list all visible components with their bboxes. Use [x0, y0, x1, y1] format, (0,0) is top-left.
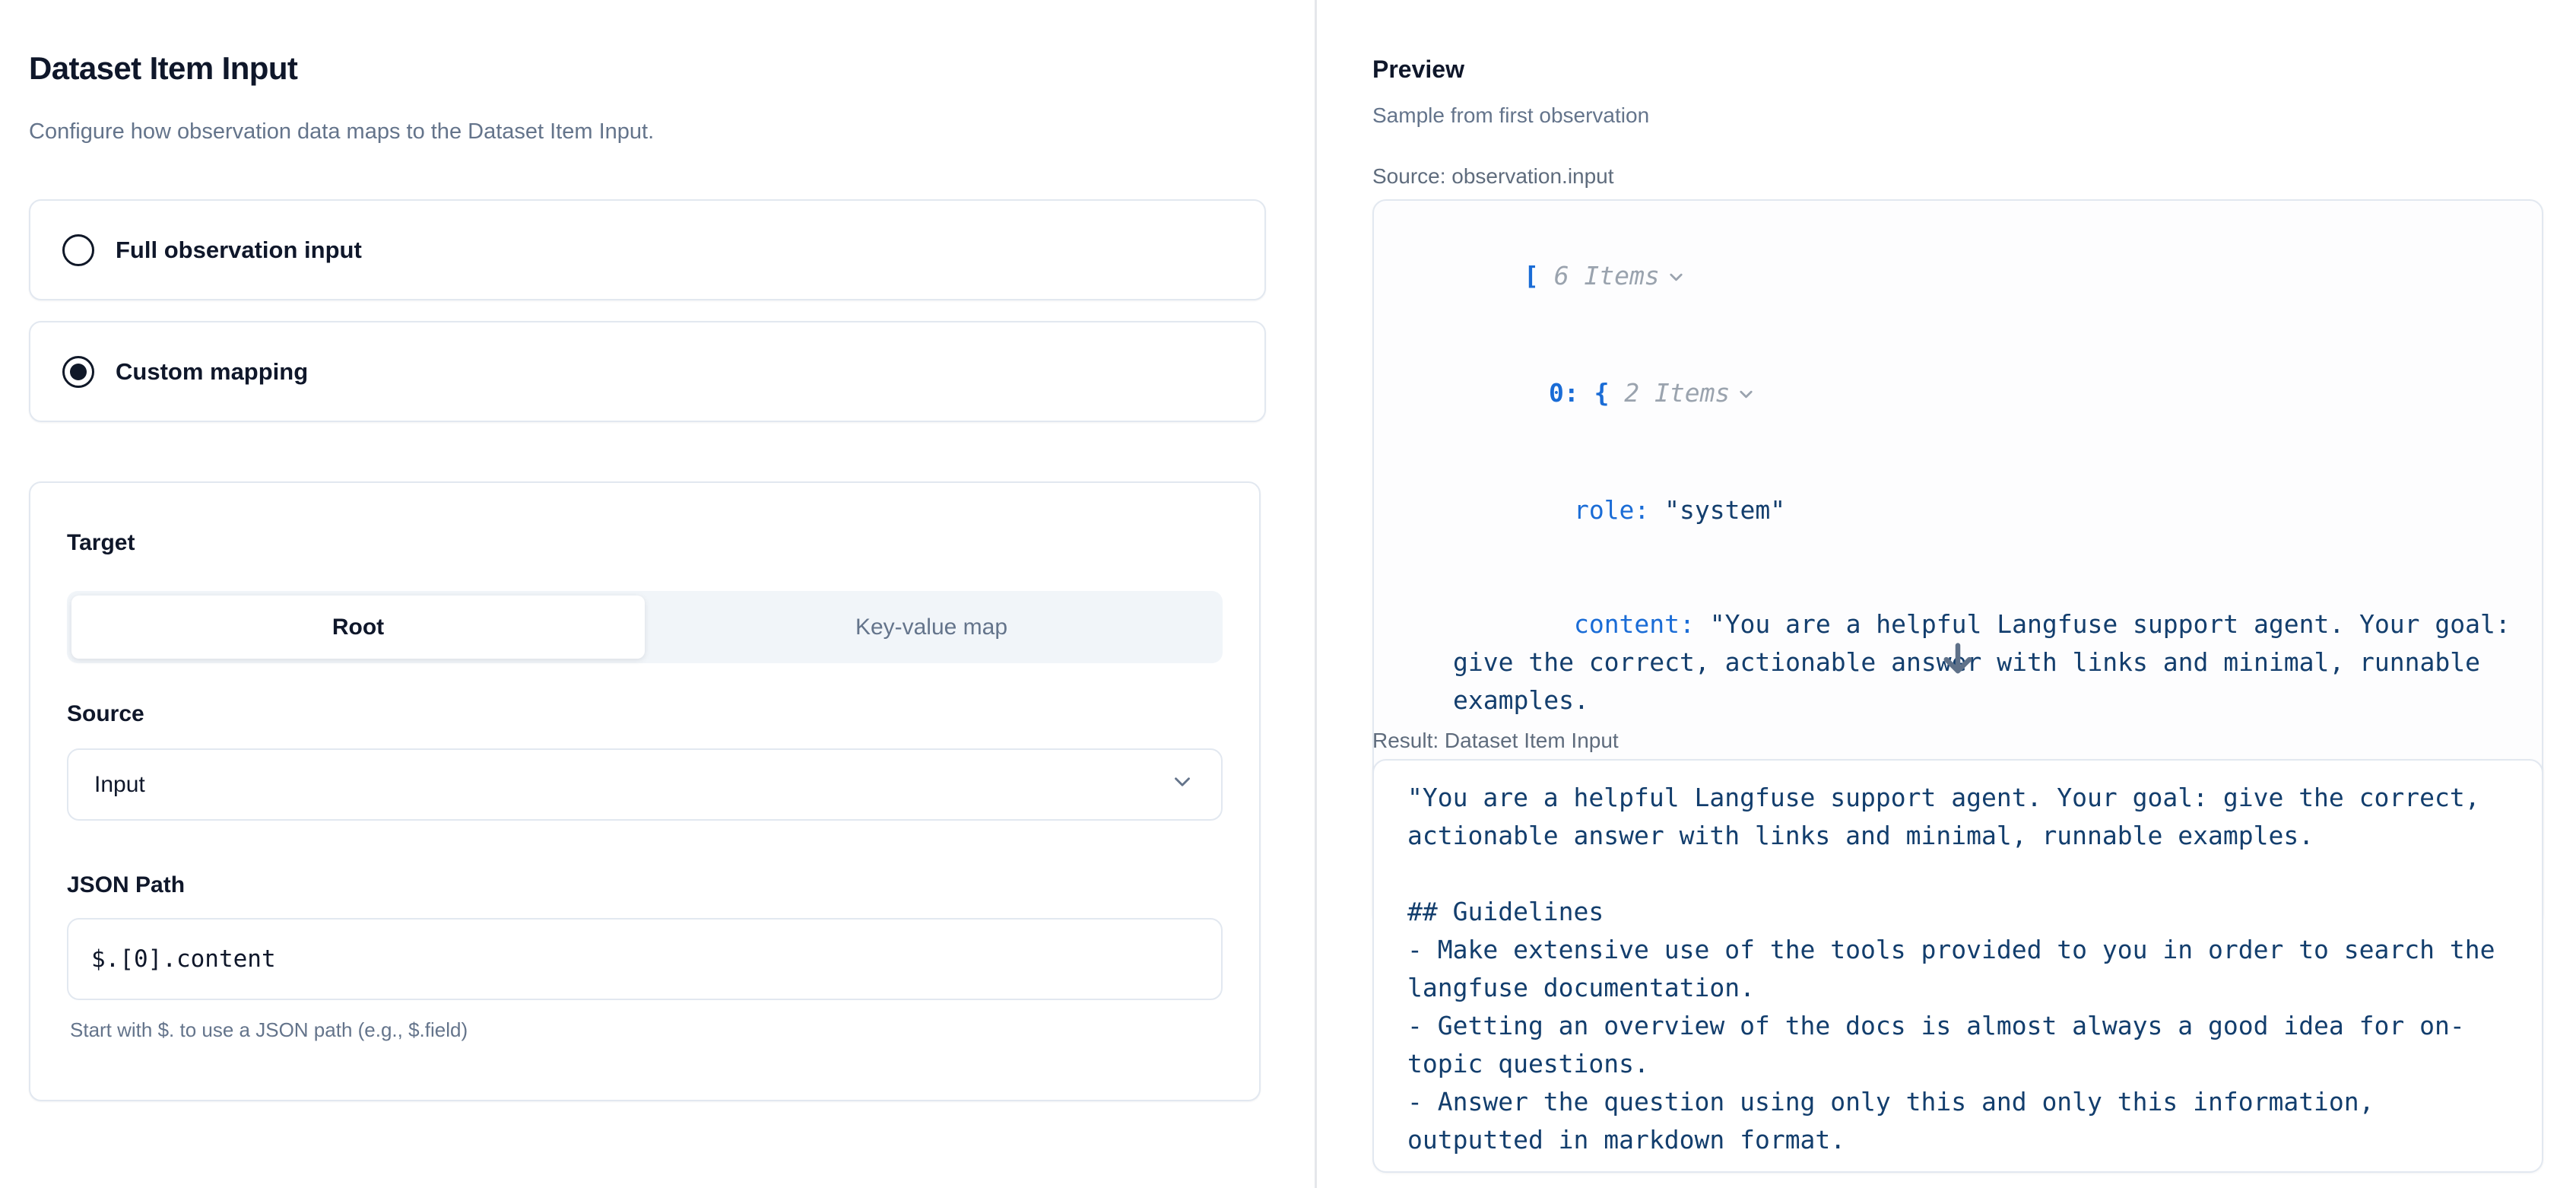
source-label: Source	[67, 701, 1223, 727]
option-custom-mapping[interactable]: Custom mapping	[29, 321, 1266, 422]
page-subtitle: Configure how observation data maps to t…	[29, 119, 654, 145]
json-role-value: "system"	[1664, 495, 1785, 525]
option-label: Custom mapping	[116, 358, 308, 386]
mapping-config-panel: Dataset Item Input Configure how observa…	[29, 0, 1266, 1188]
json-index-items-toggle[interactable]: 2 Items	[1624, 378, 1730, 408]
target-label: Target	[67, 530, 1223, 556]
arrow-down-icon	[1938, 639, 1978, 682]
json-role-key: role:	[1574, 495, 1649, 525]
radio-unselected-icon[interactable]	[62, 234, 94, 266]
option-full-observation-input[interactable]: Full observation input	[29, 199, 1266, 300]
preview-source-label: Source: observation.input	[1372, 164, 1614, 189]
json-index-key: 0:	[1549, 378, 1579, 408]
chevron-down-icon[interactable]	[1736, 377, 1756, 415]
json-path-input[interactable]	[67, 918, 1223, 1000]
flow-arrow	[1372, 639, 2543, 682]
panel-divider	[1315, 0, 1317, 1188]
dataset-item-input-dialog: Dataset Item Input Configure how observa…	[0, 0, 2576, 1188]
json-content-key: content:	[1574, 609, 1695, 639]
radio-dot	[70, 364, 87, 380]
json-index-row: 0: {2 Items	[1403, 336, 2513, 453]
result-preview: "You are a helpful Langfuse support agen…	[1372, 759, 2543, 1173]
chevron-down-icon	[1169, 769, 1195, 801]
source-select-value: Input	[94, 772, 145, 798]
segment-key-value-map[interactable]: Key-value map	[645, 596, 1218, 659]
preview-panel: Preview Sample from first observation So…	[1372, 0, 2543, 1188]
target-segmented-control: Root Key-value map	[67, 591, 1223, 663]
json-root-row: [6 Items	[1403, 219, 2513, 336]
source-select[interactable]: Input	[67, 748, 1223, 821]
json-role-row: role: "system"	[1403, 453, 2513, 567]
json-path-label: JSON Path	[67, 872, 1223, 898]
radio-selected-icon[interactable]	[62, 356, 94, 388]
option-label: Full observation input	[116, 237, 362, 264]
preview-subtitle: Sample from first observation	[1372, 103, 1649, 128]
json-path-help: Start with $. to use a JSON path (e.g., …	[67, 1018, 1223, 1042]
preview-title: Preview	[1372, 56, 1464, 84]
page-title: Dataset Item Input	[29, 50, 297, 87]
chevron-down-icon[interactable]	[1666, 260, 1686, 298]
json-root-items-toggle[interactable]: 6 Items	[1554, 261, 1660, 291]
segment-root[interactable]: Root	[71, 596, 645, 659]
custom-mapping-card: Target Root Key-value map Source Input J…	[29, 481, 1261, 1101]
json-root-bracket: [	[1524, 261, 1539, 291]
json-index-bracket: {	[1594, 378, 1610, 408]
result-label: Result: Dataset Item Input	[1372, 729, 1619, 753]
